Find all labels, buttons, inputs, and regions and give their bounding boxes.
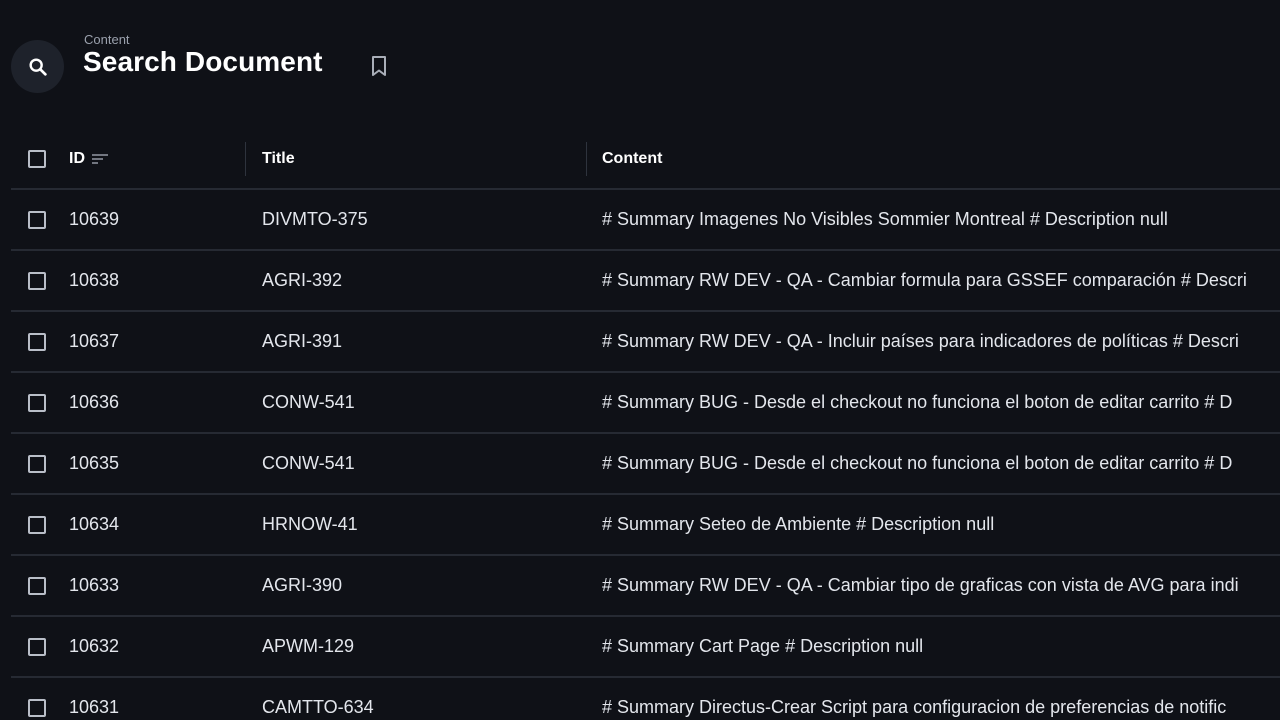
row-select-cell xyxy=(28,373,52,432)
row-id: 10631 xyxy=(69,697,120,717)
search-icon xyxy=(28,57,47,76)
row-content: # Summary RW DEV - QA - Cambiar formula … xyxy=(602,270,1247,290)
row-title: AGRI-391 xyxy=(262,331,343,351)
page-header: Content Search Document xyxy=(0,0,1280,120)
row-id: 10636 xyxy=(69,392,120,412)
row-content: # Summary BUG - Desde el checkout no fun… xyxy=(602,453,1233,473)
table-row[interactable]: 10632 APWM-129 # Summary Cart Page # Descr… xyxy=(11,617,1280,678)
row-id: 10637 xyxy=(69,331,120,351)
bookmark-button[interactable] xyxy=(368,54,390,78)
column-resize-handle[interactable] xyxy=(245,142,246,176)
page-title: Search Document xyxy=(83,46,323,77)
row-checkbox[interactable] xyxy=(28,393,46,412)
row-select-cell xyxy=(28,312,52,371)
row-checkbox[interactable] xyxy=(28,637,46,656)
sort-icon[interactable] xyxy=(91,153,109,165)
row-select-cell xyxy=(28,251,52,310)
row-content: # Summary Imagenes No Visibles Sommier M… xyxy=(602,209,1168,229)
table-row[interactable]: 10633 AGRI-390 # Summary RW DEV - QA - Cam… xyxy=(11,556,1280,617)
row-id: 10633 xyxy=(69,575,120,595)
table-body: 10639 DIVMTO-375 # Summary Imagenes No Vis… xyxy=(11,190,1280,720)
breadcrumb[interactable]: Content xyxy=(84,32,130,47)
row-id: 10639 xyxy=(69,209,120,229)
row-id: 10635 xyxy=(69,453,120,473)
row-title: CONW-541 xyxy=(262,453,355,473)
row-title: DIVMTO-375 xyxy=(262,209,368,229)
table-row[interactable]: 10635 CONW-541 # Summary BUG - Desde el ch… xyxy=(11,434,1280,495)
row-select-cell xyxy=(28,678,52,720)
column-resize-handle[interactable] xyxy=(586,142,587,176)
table-header-row: ID Title Content xyxy=(11,130,1280,190)
row-checkbox[interactable] xyxy=(28,271,46,290)
row-checkbox[interactable] xyxy=(28,210,46,229)
row-content: # Summary Cart Page # Description null xyxy=(602,636,924,656)
row-title: AGRI-390 xyxy=(262,575,343,595)
row-content: # Summary BUG - Desde el checkout no fun… xyxy=(602,392,1233,412)
row-content: # Summary RW DEV - QA - Incluir países p… xyxy=(602,331,1239,351)
row-checkbox[interactable] xyxy=(28,576,46,595)
row-title: APWM-129 xyxy=(262,636,355,656)
row-select-cell xyxy=(28,556,52,615)
column-header-id-label: ID xyxy=(69,150,85,167)
documents-table: ID Title Content 10639 DIVMTO-375 # Summar… xyxy=(11,130,1280,720)
row-checkbox[interactable] xyxy=(28,454,46,473)
row-title: CAMTTO-634 xyxy=(262,697,374,717)
row-checkbox[interactable] xyxy=(28,515,46,534)
row-content: # Summary Seteo de Ambiente # Descriptio… xyxy=(602,514,995,534)
table-row[interactable]: 10637 AGRI-391 # Summary RW DEV - QA - Inc… xyxy=(11,312,1280,373)
column-header-title[interactable]: Title xyxy=(262,130,592,188)
table-row[interactable]: 10638 AGRI-392 # Summary RW DEV - QA - Cam… xyxy=(11,251,1280,312)
table-row[interactable]: 10631 CAMTTO-634 # Summary Directus-Crear … xyxy=(11,678,1280,720)
row-title: CONW-541 xyxy=(262,392,355,412)
row-select-cell xyxy=(28,495,52,554)
row-content: # Summary Directus-Crear Script para con… xyxy=(602,697,1227,717)
row-title: AGRI-392 xyxy=(262,270,343,290)
page: Content Search Document ID Title Content… xyxy=(0,0,1280,720)
row-id: 10638 xyxy=(69,270,120,290)
column-header-id[interactable]: ID xyxy=(69,130,239,188)
select-all-checkbox[interactable] xyxy=(28,150,46,168)
table-row[interactable]: 10634 HRNOW-41 # Summary Seteo de Ambiente… xyxy=(11,495,1280,556)
column-header-content[interactable]: Content xyxy=(602,130,1280,188)
row-select-cell xyxy=(28,617,52,676)
row-checkbox[interactable] xyxy=(28,698,46,717)
row-select-cell xyxy=(28,434,52,493)
row-content: # Summary RW DEV - QA - Cambiar tipo de … xyxy=(602,575,1239,595)
table-row[interactable]: 10639 DIVMTO-375 # Summary Imagenes No Vis… xyxy=(11,190,1280,251)
table-row[interactable]: 10636 CONW-541 # Summary BUG - Desde el ch… xyxy=(11,373,1280,434)
bookmark-icon xyxy=(372,56,386,76)
row-id: 10632 xyxy=(69,636,120,656)
search-button[interactable] xyxy=(11,40,64,93)
row-id: 10634 xyxy=(69,514,120,534)
row-title: HRNOW-41 xyxy=(262,514,358,534)
row-select-cell xyxy=(28,190,52,249)
select-all-cell xyxy=(28,130,52,188)
row-checkbox[interactable] xyxy=(28,332,46,351)
